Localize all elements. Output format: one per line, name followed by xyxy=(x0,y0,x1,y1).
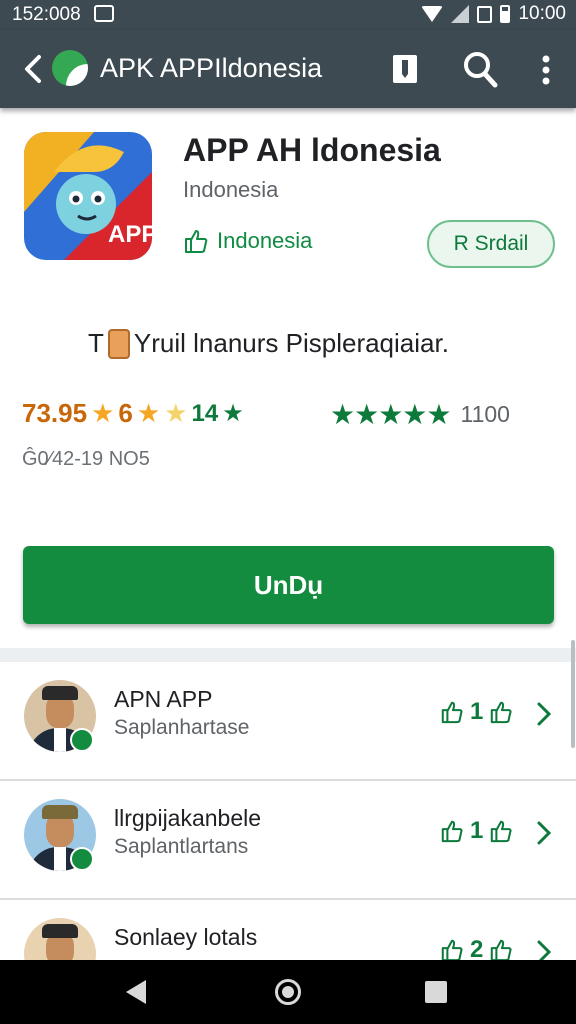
back-arrow-icon[interactable] xyxy=(18,52,48,86)
price-tag-icon xyxy=(107,328,130,359)
install-button[interactable]: UnDụ xyxy=(23,546,554,624)
app-icon-badge: APP xyxy=(108,221,152,248)
more-options-icon[interactable] xyxy=(534,54,558,86)
like-count: 1 xyxy=(470,817,484,844)
bookmark-icon[interactable] xyxy=(390,52,420,86)
thumbs-up-icon xyxy=(441,701,463,724)
store-logo-icon xyxy=(52,50,88,86)
category-label: Indonesia xyxy=(217,228,313,253)
nav-home-icon[interactable] xyxy=(275,979,301,1005)
review-count: 1100 xyxy=(460,401,510,427)
list-item-actions[interactable]: 1 xyxy=(440,817,513,845)
nav-recents-icon[interactable] xyxy=(425,981,447,1003)
star-half-icon: ★ xyxy=(164,398,188,428)
list-item-actions[interactable]: 1 xyxy=(440,698,513,726)
rating-count: 14 xyxy=(191,399,219,427)
signal-icon xyxy=(451,5,470,23)
app-meta: Ĝ0⁄42-19 NO5 xyxy=(22,448,150,470)
nav-back-icon[interactable] xyxy=(126,980,146,1004)
system-nav-bar xyxy=(0,960,576,1024)
status-time: 152:008 xyxy=(12,4,81,25)
list-item-subtitle: Saplantlartans xyxy=(114,835,249,858)
star-icon: ★ xyxy=(136,398,161,428)
rating-summary: 73.95 ★ 6 ★ ★ 14 ★ xyxy=(22,398,244,429)
status-clock: 10:00 xyxy=(518,3,566,24)
rating-mid: 6 xyxy=(118,398,133,428)
chevron-right-icon[interactable] xyxy=(536,700,552,728)
tagline-prefix: T xyxy=(88,328,104,358)
status-icons: 10:00 xyxy=(421,3,566,25)
search-icon[interactable] xyxy=(462,50,498,88)
list-item[interactable]: llrgpijakanbele Saplantlartans 1 xyxy=(0,781,576,900)
battery-icon xyxy=(500,5,511,23)
details-chip-button[interactable]: R Srdail xyxy=(427,220,555,268)
sim-icon xyxy=(477,5,493,23)
rating-value: 73.95 xyxy=(22,398,88,428)
developer-name[interactable]: Indonesia xyxy=(183,177,278,203)
chevron-right-icon[interactable] xyxy=(536,819,552,847)
thumbs-up-icon xyxy=(441,939,463,962)
section-divider xyxy=(0,648,576,662)
app-bar: APK APPIldonesia xyxy=(0,30,576,108)
list-item-title: Sonlaey lotals xyxy=(114,924,258,950)
tagline-text: Yruil lnanurs Pispleraqiaiar. xyxy=(133,328,449,358)
category-link[interactable]: Indonesia xyxy=(183,228,312,254)
thumbs-up-icon xyxy=(185,230,208,253)
status-bar: 152:008 10:00 xyxy=(0,0,576,30)
tagline: T Yruil lnanurs Pispleraqiaiar. xyxy=(88,328,449,359)
verified-badge-icon xyxy=(70,728,94,752)
notification-icon xyxy=(94,5,114,22)
app-icon: APP xyxy=(24,132,152,260)
thumbs-up-icon xyxy=(441,820,463,843)
app-bar-title: APK APPIldonesia xyxy=(100,53,323,83)
list-item-title: APN APP xyxy=(114,686,213,712)
app-name: APP AH ldonesia xyxy=(183,132,441,168)
rating-stars-row: ★★★★★ 1100 xyxy=(330,398,510,431)
list-item-subtitle: Saplanhartase xyxy=(114,716,250,739)
star-icon: ★ xyxy=(91,398,115,428)
verified-badge-icon xyxy=(70,847,94,871)
like-count: 1 xyxy=(470,698,484,725)
five-star-icon: ★★★★★ xyxy=(330,399,452,430)
list-item[interactable]: APN APP Saplanhartase 1 xyxy=(0,662,576,781)
thumbs-up-icon xyxy=(491,701,512,724)
thumbs-up-icon xyxy=(491,820,512,843)
star-icon: ★ xyxy=(222,400,244,427)
thumbs-up-icon xyxy=(491,939,512,962)
wifi-icon xyxy=(421,6,444,22)
list-item-title: llrgpijakanbele xyxy=(114,805,262,831)
